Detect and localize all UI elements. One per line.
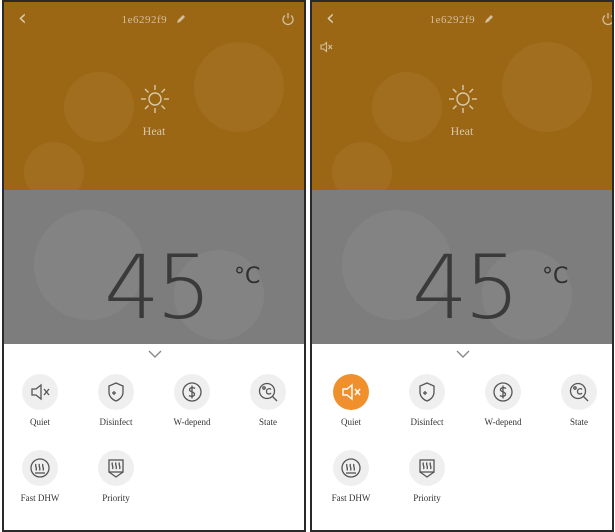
sun-icon [446,82,480,121]
speaker-mute-icon [333,374,369,410]
quiet-status-icon [320,40,334,58]
temperature-unit: °C [542,264,569,289]
state-button[interactable]: State [233,374,303,427]
disinfect-label: Disinfect [99,417,133,427]
w-depend-button[interactable]: W-depend [157,374,227,427]
mode-label: Heat [142,124,166,138]
device-title: 1e6292f9 [312,14,612,27]
fast-water-icon [22,450,58,486]
priority-button[interactable]: Priority [81,450,151,503]
quiet-label: Quiet [30,417,50,427]
edit-pencil-icon[interactable] [176,14,186,27]
fast-water-icon [333,450,369,486]
priority-label: Priority [413,493,441,503]
chevron-down-icon[interactable] [455,346,471,364]
device-name: 1e6292f9 [121,14,168,26]
celsius-search-icon [561,374,597,410]
mode-label: Heat [450,124,474,138]
state-label: State [570,417,588,427]
disinfect-button[interactable]: Disinfect [81,374,151,427]
priority-water-icon [98,450,134,486]
power-icon[interactable] [601,12,612,31]
dollar-icon [485,374,521,410]
function-sheet: Quiet Disinfect W-depend State Fast DHW … [4,344,304,530]
w-depend-label: W-depend [484,417,522,427]
w-depend-label: W-depend [173,417,211,427]
shield-plus-icon [98,374,134,410]
power-icon[interactable] [281,12,295,31]
fast-dhw-label: Fast DHW [331,493,371,503]
sun-icon [138,82,172,121]
dollar-icon [174,374,210,410]
quiet-button[interactable]: Quiet [316,374,386,427]
temperature-unit: °C [234,264,261,289]
disinfect-button[interactable]: Disinfect [392,374,462,427]
fast-dhw-label: Fast DHW [20,493,60,503]
phone-screen-left: ‹ 1e6292f9 Heat 45 °C Quiet Disinfect W-… [2,0,306,532]
function-sheet: Quiet Disinfect W-depend State Fast DHW … [312,344,612,530]
disinfect-label: Disinfect [410,417,444,427]
priority-water-icon [409,450,445,486]
device-title: 1e6292f9 [4,14,304,27]
quiet-label: Quiet [341,417,361,427]
state-label: State [259,417,277,427]
priority-button[interactable]: Priority [392,450,462,503]
temperature-value: 45 [412,236,520,339]
fast-dhw-button[interactable]: Fast DHW [5,450,75,503]
fast-dhw-button[interactable]: Fast DHW [316,450,386,503]
quiet-button[interactable]: Quiet [5,374,75,427]
phone-screen-right: ‹ 1e6292f9 Heat 45 °C Quiet Disinfect W-… [310,0,614,532]
w-depend-button[interactable]: W-depend [468,374,538,427]
temperature-value: 45 [104,236,212,339]
edit-pencil-icon[interactable] [484,14,494,27]
celsius-search-icon [250,374,286,410]
state-button[interactable]: State [544,374,612,427]
priority-label: Priority [102,493,130,503]
chevron-down-icon[interactable] [147,346,163,364]
shield-plus-icon [409,374,445,410]
device-name: 1e6292f9 [429,14,476,26]
speaker-mute-icon [22,374,58,410]
